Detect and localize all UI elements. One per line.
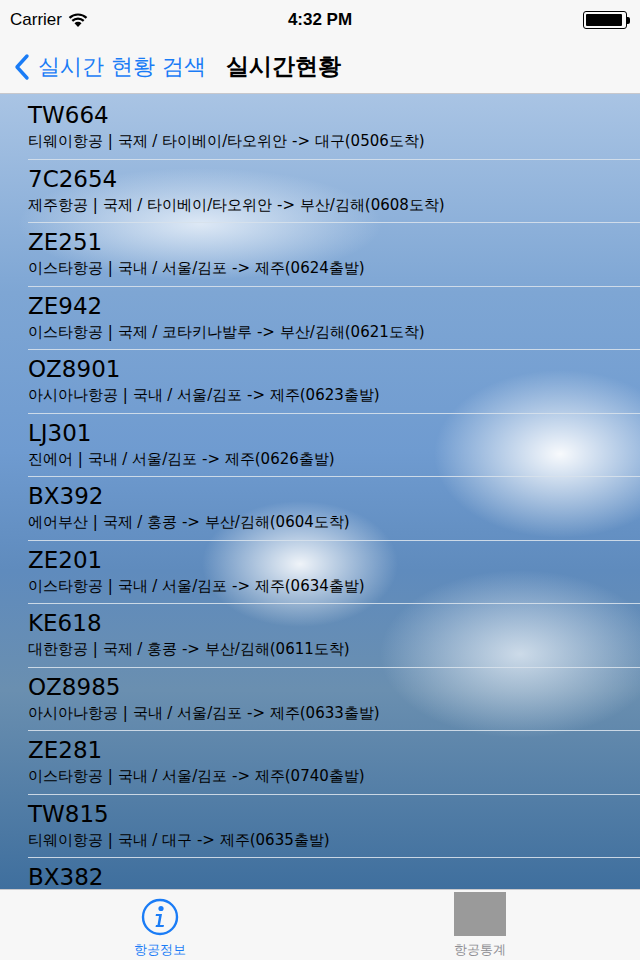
- statistics-icon: [454, 892, 506, 936]
- flight-detail: 제주항공 | 국제 / 타이베이/타오위안 -> 부산/김해(0608도착): [28, 194, 640, 216]
- flight-code: OZ8985: [28, 672, 640, 702]
- flight-code: BX392: [28, 481, 640, 511]
- nav-title: 실시간현황: [226, 51, 341, 82]
- flight-code: LJ301: [28, 418, 640, 448]
- flight-code: ZE251: [28, 227, 640, 257]
- flight-row[interactable]: ZE251이스타항공 | 국내 / 서울/김포 -> 제주(0624출발): [28, 223, 640, 287]
- flight-code: ZE942: [28, 291, 640, 321]
- flight-detail: 이스타항공 | 국내 / 서울/김포 -> 제주(0740출발): [28, 765, 640, 787]
- flight-detail: 티웨이항공 | 국내 / 대구 -> 제주(0635출발): [28, 829, 640, 851]
- flight-row[interactable]: ZE201이스타항공 | 국내 / 서울/김포 -> 제주(0634출발): [28, 541, 640, 605]
- flight-code: TW815: [28, 799, 640, 829]
- flight-detail: 에어부산 | 국제 / 홍콩 -> 부산/김해(0604도착): [28, 511, 640, 533]
- flight-row[interactable]: BX392에어부산 | 국제 / 홍콩 -> 부산/김해(0604도착): [28, 477, 640, 541]
- flight-row[interactable]: ZE942이스타항공 | 국제 / 코타키나발루 -> 부산/김해(0621도착…: [28, 287, 640, 351]
- flight-code: KE618: [28, 608, 640, 638]
- flight-detail: 이스타항공 | 국내 / 서울/김포 -> 제주(0624출발): [28, 257, 640, 279]
- flight-row[interactable]: KE618대한항공 | 국제 / 홍콩 -> 부산/김해(0611도착): [28, 604, 640, 668]
- flight-row[interactable]: OZ8985아시아나항공 | 국내 / 서울/김포 -> 제주(0633출발): [28, 668, 640, 732]
- flight-row[interactable]: BX382: [28, 858, 640, 889]
- flight-detail: 대한항공 | 국제 / 홍콩 -> 부산/김해(0611도착): [28, 638, 640, 660]
- flight-code: 7C2654: [28, 164, 640, 194]
- navigation-bar: 실시간 현황 검색 실시간현황: [0, 40, 640, 94]
- flight-row[interactable]: LJ301진에어 | 국내 / 서울/김포 -> 제주(0626출발): [28, 414, 640, 478]
- flight-code: TW664: [28, 100, 640, 130]
- status-bar: Carrier 4:32 PM: [0, 0, 640, 40]
- info-icon: [141, 898, 179, 936]
- flight-detail: 아시아나항공 | 국내 / 서울/김포 -> 제주(0633출발): [28, 702, 640, 724]
- back-button[interactable]: 실시간 현황 검색: [14, 52, 206, 82]
- tab-item[interactable]: 항공통계: [320, 890, 640, 960]
- app-screen: Carrier4:32 PM실시간 현황 검색실시간현황TW664티웨이항공 |…: [0, 0, 640, 960]
- flight-code: ZE281: [28, 735, 640, 765]
- flight-code: OZ8901: [28, 354, 640, 384]
- flight-row[interactable]: ZE281이스타항공 | 국내 / 서울/김포 -> 제주(0740출발): [28, 731, 640, 795]
- flight-detail: 이스타항공 | 국내 / 서울/김포 -> 제주(0634출발): [28, 575, 640, 597]
- flight-code: BX382: [28, 862, 640, 889]
- flight-row[interactable]: TW815티웨이항공 | 국내 / 대구 -> 제주(0635출발): [28, 795, 640, 859]
- flight-row[interactable]: 7C2654제주항공 | 국제 / 타이베이/타오위안 -> 부산/김해(060…: [28, 160, 640, 224]
- wifi-icon: [68, 13, 88, 28]
- flight-detail: 티웨이항공 | 국제 / 타이베이/타오위안 -> 대구(0506도착): [28, 130, 640, 152]
- flight-list: TW664티웨이항공 | 국제 / 타이베이/타오위안 -> 대구(0506도착…: [0, 94, 640, 889]
- tab-item[interactable]: 항공정보: [0, 890, 320, 960]
- flight-detail: 진에어 | 국내 / 서울/김포 -> 제주(0626출발): [28, 448, 640, 470]
- battery-icon: [583, 11, 627, 29]
- chevron-left-icon: [14, 53, 30, 81]
- flight-detail: 이스타항공 | 국제 / 코타키나발루 -> 부산/김해(0621도착): [28, 321, 640, 343]
- flight-detail: 아시아나항공 | 국내 / 서울/김포 -> 제주(0623출발): [28, 384, 640, 406]
- flight-row[interactable]: TW664티웨이항공 | 국제 / 타이베이/타오위안 -> 대구(0506도착…: [28, 96, 640, 160]
- flight-code: ZE201: [28, 545, 640, 575]
- tab-bar: 항공정보항공통계: [0, 889, 640, 960]
- flight-row[interactable]: OZ8901아시아나항공 | 국내 / 서울/김포 -> 제주(0623출발): [28, 350, 640, 414]
- clock-label: 4:32 PM: [288, 10, 352, 30]
- carrier-label: Carrier: [10, 10, 62, 30]
